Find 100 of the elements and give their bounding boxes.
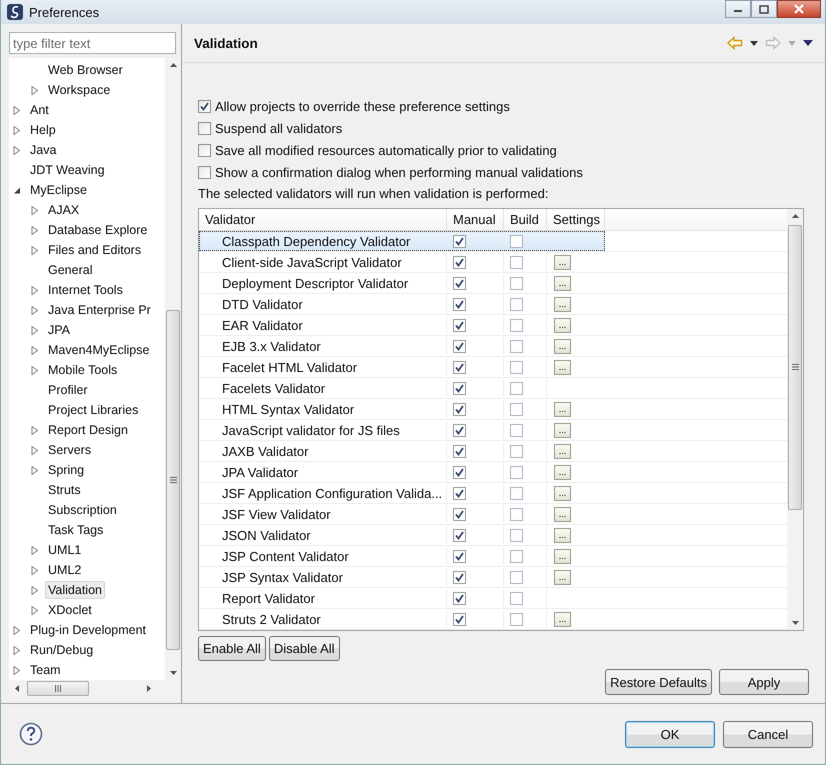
manual-checkbox[interactable] bbox=[453, 466, 466, 478]
settings-button[interactable]: ... bbox=[554, 296, 571, 312]
view-menu-icon[interactable] bbox=[803, 40, 813, 46]
scroll-up-icon[interactable] bbox=[170, 63, 176, 67]
back-arrow-icon[interactable] bbox=[727, 36, 743, 50]
tree-item[interactable]: Project Libraries bbox=[45, 401, 142, 419]
manual-checkbox[interactable] bbox=[453, 360, 466, 374]
expand-arrow-icon[interactable] bbox=[31, 226, 39, 234]
checkbox[interactable] bbox=[198, 166, 211, 178]
settings-button[interactable]: ... bbox=[554, 318, 571, 332]
table-row[interactable]: JSP Syntax Validator ... bbox=[199, 567, 605, 587]
table-row[interactable]: Facelet HTML Validator ... bbox=[199, 357, 605, 377]
settings-button[interactable]: ... bbox=[554, 338, 571, 354]
manual-checkbox[interactable] bbox=[453, 570, 466, 584]
settings-button[interactable]: ... bbox=[554, 528, 571, 542]
settings-button[interactable]: ... bbox=[554, 360, 571, 374]
table-row[interactable]: EJB 3.x Validator ... bbox=[199, 336, 605, 356]
table-row[interactable]: JSON Validator ... bbox=[199, 525, 605, 545]
tree-item[interactable]: Files and Editors bbox=[45, 241, 144, 259]
tree-item[interactable]: General bbox=[45, 261, 96, 279]
minimize-button[interactable] bbox=[725, 0, 751, 18]
dialog-button[interactable]: Cancel bbox=[723, 720, 813, 748]
help-icon[interactable] bbox=[19, 722, 43, 746]
table-row[interactable]: DTD Validator ... bbox=[199, 294, 605, 314]
settings-button[interactable]: ... bbox=[554, 254, 571, 270]
expand-arrow-icon[interactable] bbox=[31, 326, 39, 334]
table-row[interactable]: JSF Application Configuration Valida... ... bbox=[199, 483, 605, 503]
expand-arrow-icon[interactable] bbox=[31, 306, 39, 314]
page-button[interactable]: Apply bbox=[719, 669, 809, 695]
settings-button[interactable]: ... bbox=[554, 444, 571, 458]
manual-checkbox[interactable] bbox=[453, 612, 466, 626]
tree-item[interactable]: Report Design bbox=[45, 421, 131, 439]
settings-button[interactable]: ... bbox=[554, 612, 571, 626]
filter-field[interactable]: type filter text bbox=[9, 32, 176, 54]
expand-arrow-icon[interactable] bbox=[13, 646, 21, 654]
build-checkbox[interactable] bbox=[510, 402, 523, 416]
settings-button[interactable]: ... bbox=[554, 548, 571, 564]
tree-item[interactable]: Task Tags bbox=[45, 521, 106, 539]
table-row[interactable]: Client-side JavaScript Validator ... bbox=[199, 252, 605, 272]
maximize-button[interactable] bbox=[751, 0, 777, 18]
settings-button[interactable]: ... bbox=[554, 464, 571, 480]
table-row[interactable]: JSF View Validator ... bbox=[199, 504, 605, 524]
manual-checkbox[interactable] bbox=[453, 318, 466, 332]
table-row[interactable]: Facelets Validator bbox=[199, 378, 605, 398]
build-checkbox[interactable] bbox=[510, 486, 523, 500]
page-button[interactable]: Restore Defaults bbox=[605, 669, 712, 695]
settings-button[interactable]: ... bbox=[554, 402, 571, 416]
manual-checkbox[interactable] bbox=[453, 234, 466, 248]
table-action-button[interactable]: Disable All bbox=[268, 636, 340, 661]
build-checkbox[interactable] bbox=[510, 528, 523, 542]
expand-arrow-icon[interactable] bbox=[31, 566, 39, 574]
settings-button[interactable]: ... bbox=[554, 422, 571, 438]
column-header[interactable]: Build bbox=[504, 209, 547, 230]
tree-item[interactable]: Help bbox=[27, 121, 59, 139]
expand-arrow-icon[interactable] bbox=[31, 546, 39, 554]
manual-checkbox[interactable] bbox=[453, 382, 466, 394]
expand-arrow-icon[interactable] bbox=[13, 106, 21, 114]
expand-arrow-icon[interactable] bbox=[13, 626, 21, 634]
build-checkbox[interactable] bbox=[510, 424, 523, 436]
expand-arrow-icon[interactable] bbox=[31, 426, 39, 434]
expand-arrow-icon[interactable] bbox=[13, 146, 21, 154]
build-checkbox[interactable] bbox=[510, 508, 523, 520]
build-checkbox[interactable] bbox=[510, 612, 523, 626]
expand-arrow-icon[interactable] bbox=[31, 606, 39, 614]
expand-arrow-icon[interactable] bbox=[31, 366, 39, 374]
tree-item[interactable]: Database Explore bbox=[45, 221, 150, 239]
close-button[interactable] bbox=[777, 0, 821, 18]
table-row[interactable]: JavaScript validator for JS files ... bbox=[199, 420, 605, 440]
vertical-scrollbar[interactable] bbox=[787, 209, 803, 630]
expand-arrow-icon[interactable] bbox=[31, 466, 39, 474]
tree-item[interactable]: Java Enterprise Pr bbox=[45, 301, 154, 319]
tree-item[interactable]: JPA bbox=[45, 321, 73, 339]
expand-arrow-icon[interactable] bbox=[31, 286, 39, 294]
settings-button[interactable]: ... bbox=[554, 506, 571, 522]
checkbox[interactable] bbox=[198, 122, 211, 134]
tree-item[interactable]: XDoclet bbox=[45, 601, 95, 619]
build-checkbox[interactable] bbox=[510, 444, 523, 458]
manual-checkbox[interactable] bbox=[453, 424, 466, 436]
manual-checkbox[interactable] bbox=[453, 592, 466, 604]
expand-arrow-icon[interactable] bbox=[31, 86, 39, 94]
column-header[interactable]: Settings bbox=[547, 209, 605, 230]
build-checkbox[interactable] bbox=[510, 570, 523, 584]
table-action-button[interactable]: Enable All bbox=[198, 636, 266, 661]
tree-item[interactable]: Web Browser bbox=[45, 61, 126, 79]
tree-item[interactable]: Subscription bbox=[45, 501, 120, 519]
tree-item[interactable]: Ant bbox=[27, 101, 52, 119]
settings-button[interactable]: ... bbox=[554, 276, 571, 290]
tree-item[interactable]: UML1 bbox=[45, 541, 84, 559]
scroll-down-icon[interactable] bbox=[792, 621, 798, 625]
tree-item[interactable]: Plug-in Development bbox=[27, 621, 150, 639]
manual-checkbox[interactable] bbox=[453, 508, 466, 520]
table-row[interactable]: JPA Validator ... bbox=[199, 462, 605, 482]
build-checkbox[interactable] bbox=[510, 256, 523, 268]
table-row[interactable]: EAR Validator ... bbox=[199, 315, 605, 335]
expand-arrow-icon[interactable] bbox=[13, 126, 21, 134]
scroll-right-icon[interactable] bbox=[147, 685, 151, 692]
tree-item[interactable]: Java bbox=[27, 141, 60, 159]
tree-item[interactable]: JDT Weaving bbox=[27, 161, 108, 179]
build-checkbox[interactable] bbox=[510, 466, 523, 478]
manual-checkbox[interactable] bbox=[453, 528, 466, 542]
